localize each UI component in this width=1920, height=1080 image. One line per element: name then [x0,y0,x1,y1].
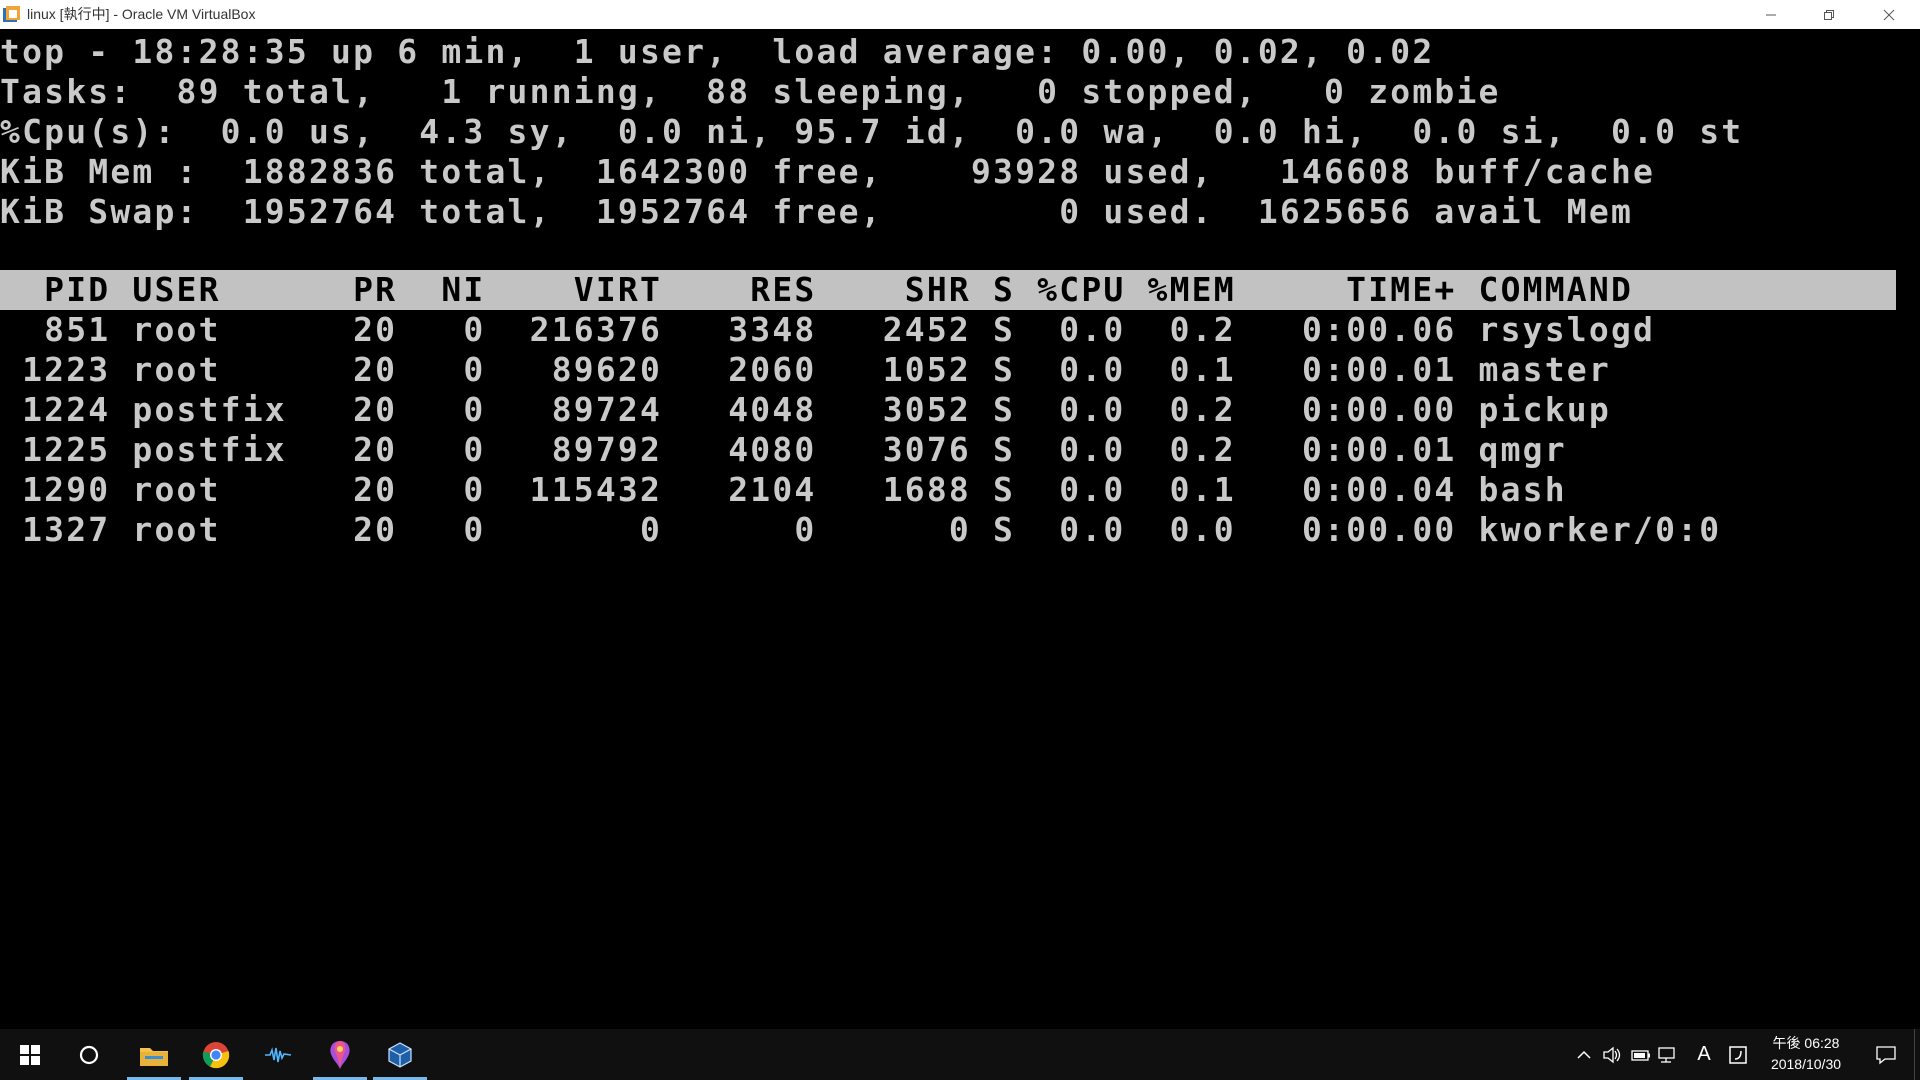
taskbar: A 午後 06:28 2018/10/30 [0,1029,1920,1080]
window-title-bar[interactable]: linux [執行中] - Oracle VM VirtualBox [0,0,1920,29]
process-table-header: PID USER PR NI VIRT RES SHR S %CPU %MEM … [0,270,1634,309]
cortana-circle-icon [79,1045,99,1064]
file-explorer-icon [140,1047,168,1066]
process-row: 1327 root 20 0 0 0 0 S 0.0 0.0 0:00.00 k… [0,510,1722,549]
audio-app-icon [265,1046,292,1062]
ime-mode-indicator[interactable]: A [1690,1029,1718,1080]
virtualbox-app-icon [2,5,22,25]
chevron-up-icon [1577,1050,1591,1059]
minimize-button[interactable] [1742,0,1800,29]
paint-app-icon [330,1040,350,1069]
minimize-icon [1766,14,1776,15]
window-title: linux [執行中] - Oracle VM VirtualBox [27,6,256,22]
taskbar-file-explorer[interactable] [125,1029,183,1080]
restore-button[interactable] [1800,0,1858,29]
top-swap-line: KiB Swap: 1952764 total, 1952764 free, 0… [0,192,1634,231]
show-hidden-icons-button[interactable] [1570,1029,1598,1080]
ime-toggle-button[interactable] [1724,1029,1752,1080]
clock-date: 2018/10/30 [1770,1056,1842,1072]
top-mem-line: KiB Mem : 1882836 total, 1642300 free, 9… [0,152,1656,191]
taskbar-chrome[interactable] [187,1029,245,1080]
restore-icon [1824,9,1834,20]
close-icon [1883,9,1895,20]
process-row: 1225 postfix 20 0 89792 4080 3076 S 0.0 … [0,430,1567,469]
volume-button[interactable] [1598,1029,1626,1080]
show-desktop-button[interactable] [1914,1029,1920,1080]
clock-time: 午後 06:28 [1772,1035,1840,1051]
action-center-button[interactable] [1866,1029,1906,1080]
process-row: 1224 postfix 20 0 89724 4048 3052 S 0.0 … [0,390,1611,429]
virtualbox-icon [388,1041,412,1068]
taskbar-paint-app[interactable] [311,1029,369,1080]
top-tasks-line: Tasks: 89 total, 1 running, 88 sleeping,… [0,72,1501,111]
top-uptime-line: top - 18:28:35 up 6 min, 1 user, load av… [0,32,1435,71]
windows-logo-icon [20,1044,40,1065]
battery-button[interactable] [1626,1029,1654,1080]
process-row: 1223 root 20 0 89620 2060 1052 S 0.0 0.1… [0,350,1611,389]
start-button[interactable] [0,1029,60,1080]
search-button[interactable] [60,1029,118,1080]
chrome-icon [202,1041,230,1068]
top-cpu-line: %Cpu(s): 0.0 us, 4.3 sy, 0.0 ni, 95.7 id… [0,112,1744,151]
ime-icon [1729,1045,1747,1064]
network-icon [1658,1046,1675,1063]
taskbar-clock[interactable]: 午後 06:28 2018/10/30 [1756,1033,1856,1075]
speaker-icon [1603,1046,1621,1063]
process-row: 851 root 20 0 216376 3348 2452 S 0.0 0.2… [0,310,1656,349]
process-row: 1290 root 20 0 115432 2104 1688 S 0.0 0.… [0,470,1567,509]
taskbar-audio-app[interactable] [249,1029,307,1080]
terminal-screen[interactable]: top - 18:28:35 up 6 min, 1 user, load av… [0,29,1920,1029]
battery-plug-icon [1631,1049,1650,1061]
close-button[interactable] [1860,0,1918,29]
network-button[interactable] [1654,1029,1682,1080]
taskbar-virtualbox[interactable] [371,1029,429,1080]
notification-icon [1876,1045,1896,1064]
